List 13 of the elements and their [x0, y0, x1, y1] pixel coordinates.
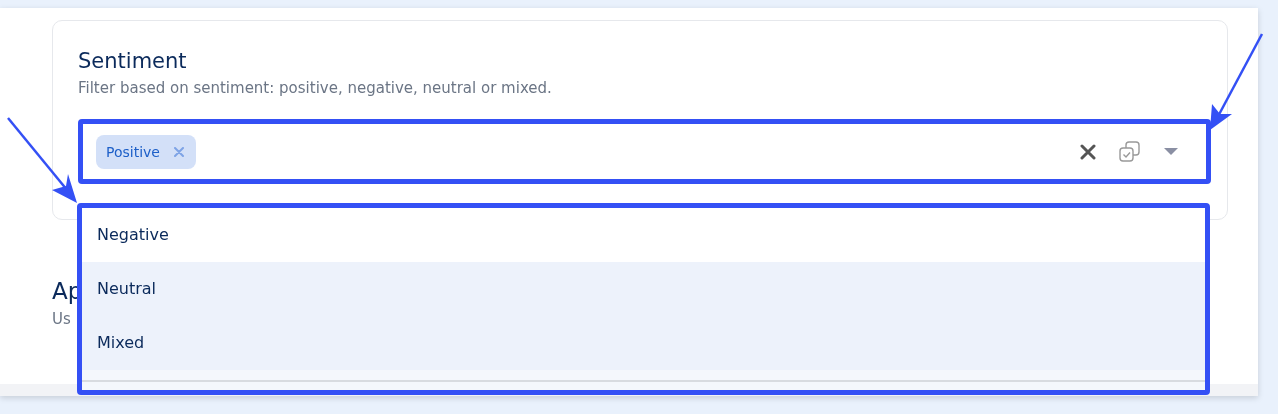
dropdown-option[interactable]: Neutral — [82, 262, 1205, 316]
tag-chip[interactable]: Positive — [96, 134, 196, 169]
dropdown-option[interactable]: Mixed — [82, 316, 1205, 370]
caret-icon[interactable] — [1164, 147, 1178, 156]
section-description: Us — [52, 310, 72, 328]
clear-icon[interactable] — [1080, 143, 1096, 160]
section-title: Sentiment — [78, 49, 188, 73]
dropdown-option[interactable]: Negative — [82, 208, 1205, 262]
tag-label: Positive — [106, 143, 160, 160]
copy-check-icon[interactable] — [1118, 139, 1142, 164]
remove-icon[interactable] — [174, 146, 184, 157]
section-description: Filter based on sentiment: positive, negative, neutral or mixed. — [78, 79, 553, 97]
multi-select-field[interactable]: Positive — [78, 119, 1211, 184]
